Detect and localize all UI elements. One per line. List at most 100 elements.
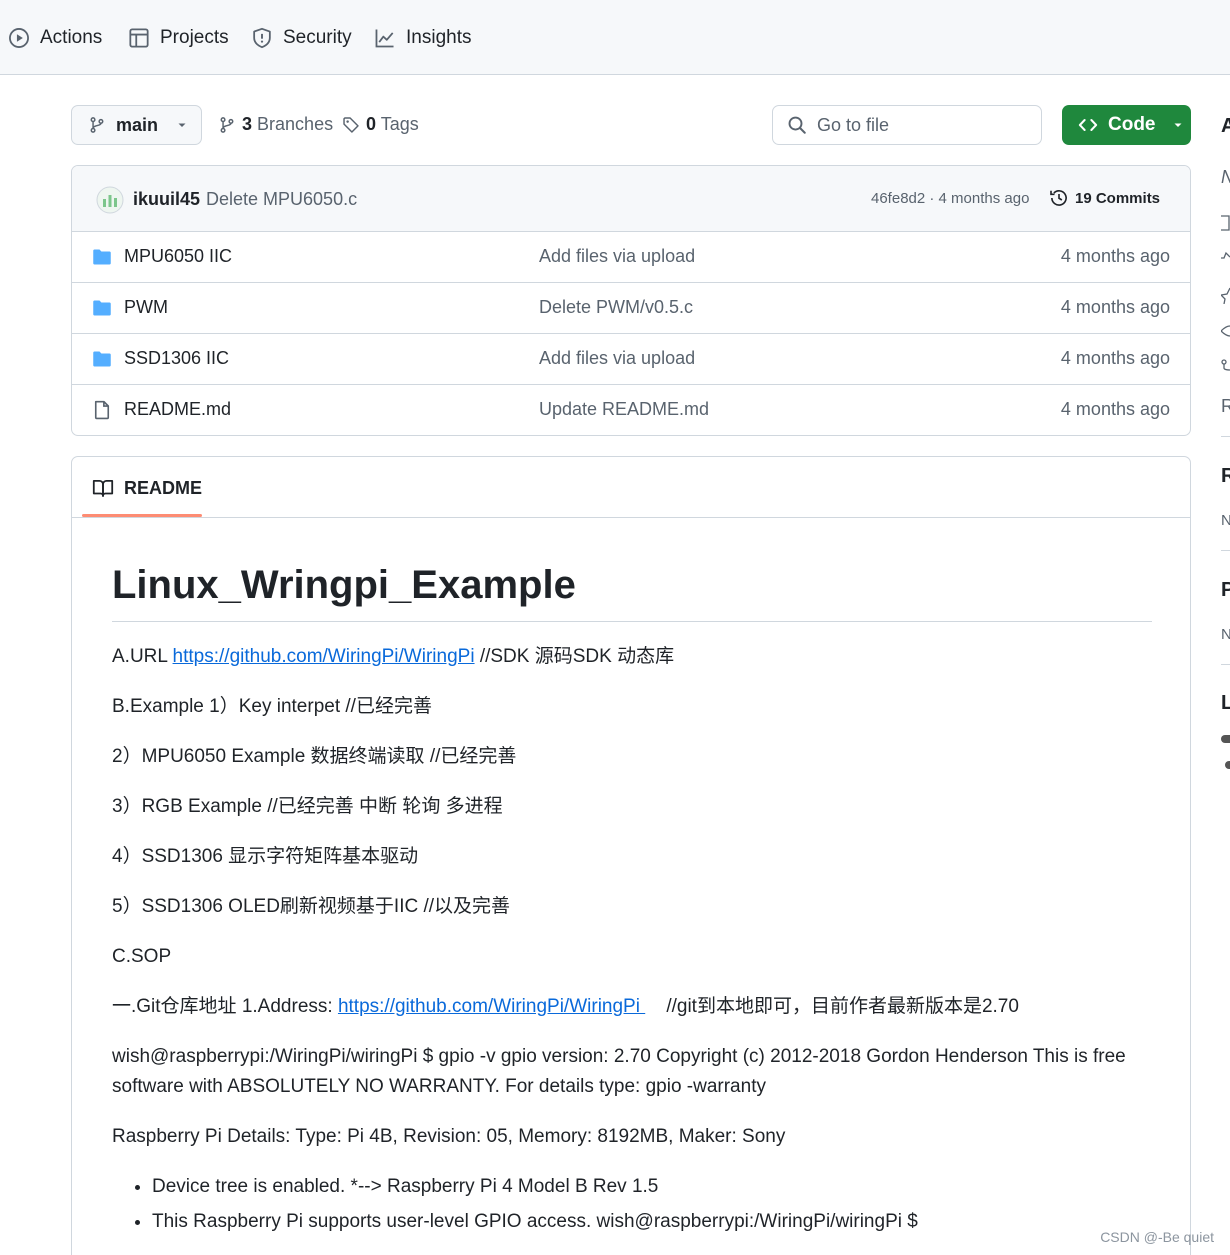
code-button[interactable]: Code	[1062, 105, 1191, 145]
file-date: 4 months ago	[1060, 297, 1170, 317]
text: //git到本地即可，目前作者最新版本是2.70	[645, 996, 1019, 1017]
caret-down-icon	[178, 123, 186, 127]
file-row[interactable]: MPU6050 IIC Add files via upload 4 month…	[72, 232, 1190, 283]
tab-readme-label: README	[124, 477, 203, 498]
file-icon	[94, 400, 110, 420]
readme-paragraph: 5）SSD1306 OLED刷新视频基于IIC //以及完善	[112, 896, 511, 917]
file-commit-message[interactable]: Add files via upload	[539, 246, 695, 267]
readme-paragraph: 4）SSD1306 显示字符矩阵基本驱动	[112, 846, 419, 867]
text: A.URL	[112, 646, 173, 667]
readme-bullet-list: Device tree is enabled. *--> Raspberry P…	[152, 1172, 1152, 1237]
code-button-label: Code	[1108, 114, 1156, 135]
text: 一.Git仓库地址 1.Address:	[112, 996, 338, 1017]
nav-security[interactable]: Security	[251, 0, 352, 75]
latest-commit-bar: ikuuil45 Delete MPU6050.c 46fe8d2 · 4 mo…	[72, 166, 1190, 232]
search-icon	[788, 116, 806, 134]
commits-count-label: 19 Commits	[1075, 189, 1161, 207]
branches-label: Branches	[257, 114, 334, 134]
commit-meta[interactable]: 46fe8d2 · 4 months ago	[871, 190, 1029, 207]
language-dot	[1225, 761, 1230, 769]
sidebar-divider	[1221, 664, 1230, 665]
tab-readme[interactable]: README	[92, 477, 202, 499]
history-icon	[1050, 190, 1067, 206]
readme-paragraph: 一.Git仓库地址 1.Address: https://github.com/…	[112, 992, 1152, 1022]
readme-tab-bar: README	[72, 457, 1190, 518]
file-row[interactable]: PWM Delete PWM/v0.5.c 4 months ago	[72, 283, 1190, 334]
file-date: 4 months ago	[1060, 246, 1170, 266]
play-circle-icon	[9, 27, 29, 48]
sidebar-description: N	[1221, 167, 1230, 188]
commits-link[interactable]: 19 Commits	[1049, 188, 1160, 208]
folder-icon	[93, 351, 111, 367]
sidebar-releases-heading[interactable]: R	[1221, 465, 1230, 488]
readme-paragraph: A.URL https://github.com/WiringPi/Wiring…	[112, 642, 1152, 672]
branch-select-button[interactable]: main	[71, 105, 202, 145]
nav-projects-label: Projects	[160, 26, 229, 48]
sidebar-languages-heading: L	[1221, 692, 1230, 714]
sidebar-report-link[interactable]: R	[1221, 396, 1230, 417]
file-row[interactable]: SSD1306 IIC Add files via upload 4 month…	[72, 334, 1190, 385]
commit-message[interactable]: Delete MPU6050.c	[206, 189, 357, 210]
readme-paragraph: C.SOP	[112, 946, 172, 967]
tags-count: 0	[366, 114, 377, 134]
sidebar-divider	[1221, 550, 1230, 551]
branches-link[interactable]: 3 Branches	[218, 114, 333, 135]
nav-projects[interactable]: Projects	[128, 0, 229, 75]
file-name[interactable]: PWM	[124, 297, 168, 318]
git-branch-icon	[220, 116, 234, 133]
branches-count: 3	[242, 114, 253, 134]
file-date: 4 months ago	[1060, 399, 1170, 419]
file-name[interactable]: MPU6050 IIC	[124, 246, 232, 267]
folder-icon	[93, 249, 111, 265]
file-name[interactable]: README.md	[124, 399, 231, 420]
pulse-icon[interactable]	[1221, 248, 1230, 266]
sidebar-releases-text: N	[1221, 512, 1230, 529]
table-icon	[129, 27, 149, 48]
graph-icon	[375, 28, 394, 47]
sidebar-about-heading: A	[1221, 115, 1230, 137]
language-bar	[1221, 735, 1230, 743]
file-name[interactable]: SSD1306 IIC	[124, 348, 229, 369]
wiringpi-link[interactable]: https://github.com/WiringPi/WiringPi	[173, 646, 475, 667]
sidebar-packages-text: N	[1221, 626, 1230, 643]
nav-insights[interactable]: Insights	[374, 0, 471, 75]
file-commit-message[interactable]: Add files via upload	[539, 348, 695, 369]
commit-author[interactable]: ikuuil45	[133, 189, 200, 210]
nav-actions[interactable]: Actions	[8, 0, 102, 75]
nav-actions-label: Actions	[40, 26, 103, 48]
repo-forked-icon[interactable]	[1221, 358, 1230, 376]
wiringpi-link[interactable]: https://github.com/WiringPi/WiringPi	[338, 996, 645, 1017]
caret-down-icon	[1174, 123, 1181, 127]
file-row[interactable]: README.md Update README.md 4 months ago	[72, 385, 1190, 435]
list-item: Device tree is enabled. *--> Raspberry P…	[152, 1172, 1152, 1202]
file-browser: ikuuil45 Delete MPU6050.c 46fe8d2 · 4 mo…	[71, 165, 1191, 436]
readme-paragraph: Raspberry Pi Details: Type: Pi 4B, Revis…	[112, 1126, 786, 1147]
shield-icon	[253, 27, 271, 48]
avatar[interactable]	[96, 186, 124, 214]
file-commit-message[interactable]: Delete PWM/v0.5.c	[539, 297, 693, 318]
readme-paragraph: 2）MPU6050 Example 数据终端读取 //已经完善	[112, 746, 517, 767]
file-commit-message[interactable]: Update README.md	[539, 399, 709, 420]
git-branch-icon	[90, 117, 104, 133]
folder-icon	[93, 300, 111, 316]
branch-name: main	[116, 114, 159, 135]
code-icon	[1078, 119, 1098, 131]
watermark: CSDN @-Be quiet	[1100, 1229, 1214, 1245]
eye-icon[interactable]	[1221, 322, 1230, 340]
active-tab-indicator	[82, 514, 202, 517]
repo-nav: Actions Projects Security Insights	[0, 0, 1230, 75]
tags-link[interactable]: 0 Tags	[342, 114, 419, 135]
book-icon	[92, 479, 114, 497]
nav-insights-label: Insights	[406, 26, 472, 48]
go-to-file-search[interactable]	[772, 105, 1042, 145]
nav-security-label: Security	[283, 26, 352, 48]
text: //SDK 源码SDK 动态库	[474, 646, 675, 667]
go-to-file-input[interactable]	[817, 114, 1017, 136]
readme-content: Linux_Wringpi_Example A.URL https://gith…	[112, 557, 1152, 1242]
sidebar-packages-heading[interactable]: P	[1221, 579, 1230, 602]
readme-panel: README Linux_Wringpi_Example A.URL https…	[71, 456, 1191, 1255]
file-date: 4 months ago	[1060, 348, 1170, 368]
star-icon[interactable]	[1221, 286, 1230, 304]
book-icon[interactable]	[1221, 214, 1230, 232]
readme-paragraph: 3）RGB Example //已经完善 中断 轮询 多进程	[112, 796, 503, 817]
